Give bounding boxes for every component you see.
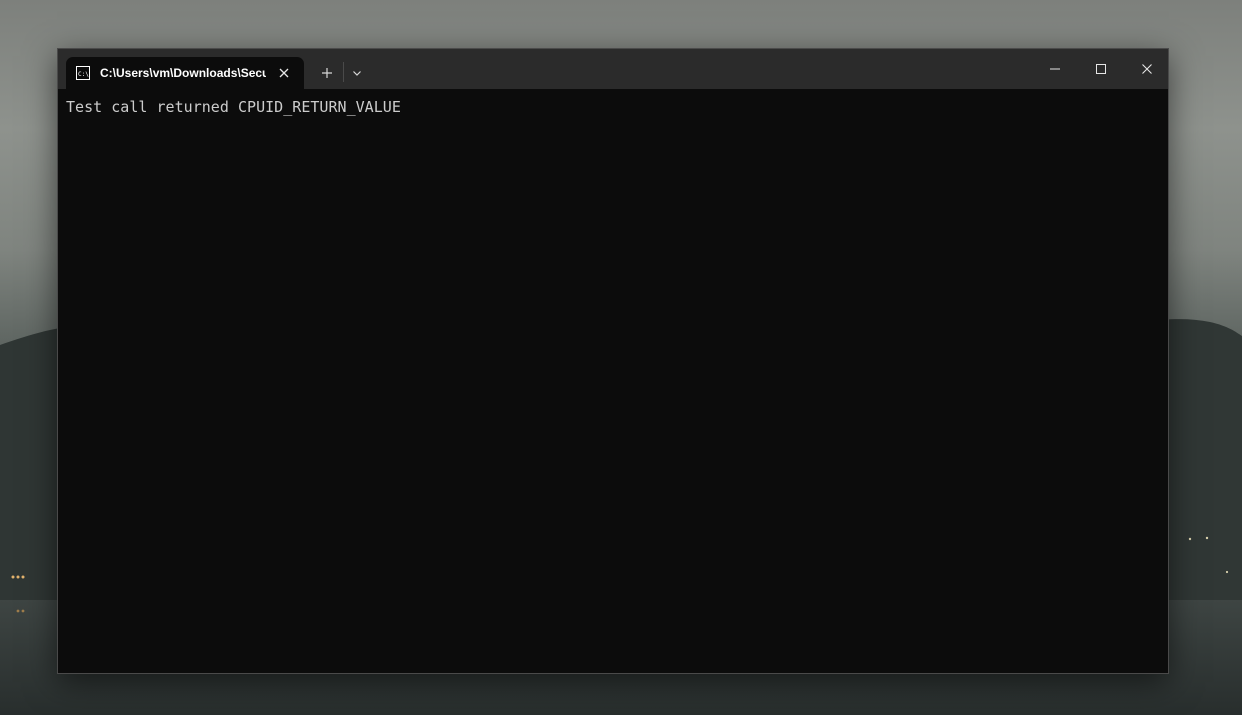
close-icon[interactable]: [276, 65, 292, 81]
close-window-button[interactable]: [1124, 49, 1170, 89]
maximize-button[interactable]: [1078, 49, 1124, 89]
tab-separator: [343, 62, 344, 82]
tab-command-prompt[interactable]: C:\ C:\Users\vm\Downloads\Secu: [66, 57, 304, 89]
title-bar[interactable]: C:\ C:\Users\vm\Downloads\Secu: [58, 49, 1168, 89]
tab-title: C:\Users\vm\Downloads\Secu: [100, 66, 266, 80]
terminal-output[interactable]: Test call returned CPUID_RETURN_VALUE: [58, 89, 1168, 673]
command-prompt-icon: C:\: [75, 65, 91, 81]
new-tab-button[interactable]: [317, 63, 337, 83]
maximize-icon: [1096, 64, 1106, 74]
svg-text:C:\: C:\: [78, 71, 89, 78]
minimize-button[interactable]: [1032, 49, 1078, 89]
terminal-window: C:\ C:\Users\vm\Downloads\Secu Test call…: [57, 48, 1169, 674]
desktop-wallpaper: C:\ C:\Users\vm\Downloads\Secu Test call…: [0, 0, 1242, 715]
chevron-down-icon: [353, 71, 361, 76]
terminal-output-line: Test call returned CPUID_RETURN_VALUE: [66, 98, 401, 116]
tab-dropdown-button[interactable]: [347, 63, 367, 83]
minimize-icon: [1050, 68, 1060, 70]
plus-icon: [322, 68, 332, 78]
close-icon: [1142, 64, 1152, 74]
